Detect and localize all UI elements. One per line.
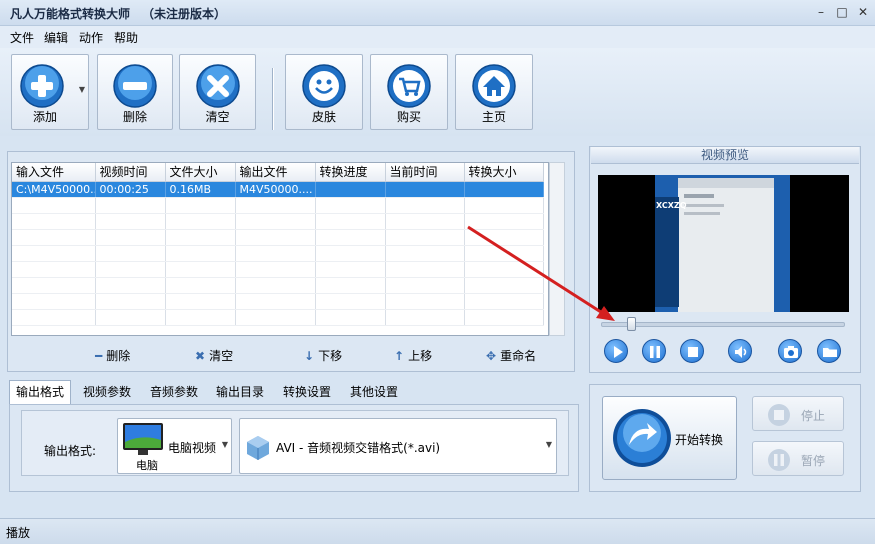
status-text: 播放 [6, 526, 31, 540]
tab-audio-params[interactable]: 音频参数 [150, 383, 198, 400]
tab-other-settings[interactable]: 其他设置 [350, 383, 398, 400]
convert-arrow-icon [613, 409, 671, 467]
stop-icon [768, 404, 790, 426]
computer-icon [123, 423, 163, 455]
chevron-down-icon: ▼ [221, 440, 228, 449]
stop-convert-button[interactable]: 停止 [752, 396, 844, 431]
tab-video-params[interactable]: 视频参数 [83, 383, 131, 400]
chevron-down-icon: ▼ [545, 440, 552, 449]
status-bar: 播放 [0, 518, 875, 544]
category-select[interactable]: 电脑 电脑视频 ▼ [117, 418, 232, 474]
format-value: AVI - 音频视频交错格式(*.avi) [276, 441, 441, 455]
category-icon-caption: 电脑 [136, 459, 158, 472]
tab-output-dir[interactable]: 输出目录 [216, 383, 264, 400]
tab-convert-settings[interactable]: 转换设置 [283, 383, 331, 400]
tab-output-format[interactable]: 输出格式 [9, 380, 72, 405]
pause-convert-button[interactable]: 暂停 [752, 441, 844, 476]
start-convert-button[interactable]: 开始转换 [602, 396, 737, 480]
pause-icon [768, 449, 790, 471]
start-convert-label: 开始转换 [675, 433, 724, 447]
category-value: 电脑视频 [168, 441, 217, 455]
video-file-icon [247, 436, 269, 460]
output-format-label: 输出格式: [44, 444, 97, 458]
stop-convert-label: 停止 [801, 409, 826, 423]
pause-convert-label: 暂停 [801, 454, 826, 468]
format-select[interactable]: AVI - 音频视频交错格式(*.avi) ▼ [239, 418, 557, 474]
